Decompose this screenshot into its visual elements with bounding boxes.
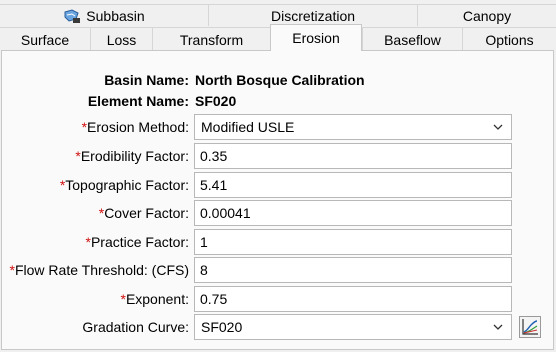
erosion-method-label: *Erosion Method:	[81, 119, 189, 135]
tab-erosion[interactable]: Erosion	[270, 24, 362, 51]
practice-label: *Practice Factor:	[85, 234, 189, 250]
exponent-value: 0.75	[200, 291, 228, 307]
element-name-value: SF020	[195, 93, 237, 109]
topographic-input[interactable]: 5.41	[194, 172, 512, 198]
subbasin-icon	[64, 8, 81, 23]
cover-row: *Cover Factor: 0.00041	[0, 200, 556, 226]
tab-canopy-label: Canopy	[462, 7, 512, 24]
cover-label: *Cover Factor:	[98, 205, 189, 221]
tab-surface[interactable]: Surface	[0, 27, 90, 51]
plot-curve-icon	[522, 319, 538, 335]
basin-name-label: Basin Name:	[104, 72, 189, 88]
tab-baseflow-label: Baseflow	[384, 31, 441, 48]
tab-transform-label: Transform	[179, 31, 244, 48]
tab-row-top: Subbasin Discretization Canopy	[0, 4, 556, 26]
tab-loss[interactable]: Loss	[90, 27, 152, 51]
tab-row-bottom: Surface Loss Transform Erosion Baseflow …	[0, 24, 556, 51]
tab-canopy[interactable]: Canopy	[417, 4, 556, 26]
tab-subbasin[interactable]: Subbasin	[0, 4, 208, 26]
topographic-row: *Topographic Factor: 5.41	[0, 172, 556, 198]
exponent-input[interactable]: 0.75	[194, 286, 512, 312]
erodibility-input[interactable]: 0.35	[194, 143, 512, 169]
plot-curve-button[interactable]	[519, 316, 541, 338]
element-name-label: Element Name:	[87, 93, 189, 109]
gradation-row: Gradation Curve: SF020	[0, 314, 556, 340]
tab-options-label: Options	[485, 31, 534, 48]
chevron-down-icon	[493, 324, 503, 330]
basin-name-value: North Bosque Calibration	[195, 72, 365, 88]
gradation-select[interactable]: SF020	[194, 314, 512, 340]
practice-input[interactable]: 1	[194, 229, 512, 255]
tab-surface-label: Surface	[20, 31, 70, 48]
tab-discretization-label: Discretization	[270, 7, 356, 24]
tab-subbasin-label: Subbasin	[86, 7, 145, 24]
topographic-label: *Topographic Factor:	[59, 177, 189, 193]
erodibility-label: *Erodibility Factor:	[75, 148, 189, 164]
erosion-method-select[interactable]: Modified USLE	[194, 114, 512, 140]
erodibility-value: 0.35	[200, 148, 228, 164]
topographic-value: 5.41	[200, 177, 228, 193]
chevron-down-icon	[493, 124, 503, 130]
erosion-method-value: Modified USLE	[201, 119, 295, 135]
flow-threshold-value: 8	[200, 262, 208, 278]
practice-row: *Practice Factor: 1	[0, 229, 556, 255]
cover-input[interactable]: 0.00041	[194, 200, 512, 226]
element-name-row: Element Name: SF020	[0, 88, 556, 114]
flow-threshold-input[interactable]: 8	[194, 257, 512, 283]
practice-value: 1	[200, 234, 208, 250]
erosion-method-row: *Erosion Method: Modified USLE	[0, 114, 556, 140]
erodibility-row: *Erodibility Factor: 0.35	[0, 143, 556, 169]
tab-erosion-label: Erosion	[292, 30, 340, 46]
tab-transform[interactable]: Transform	[152, 27, 270, 51]
exponent-label: *Exponent:	[120, 291, 189, 307]
cover-value: 0.00041	[200, 205, 251, 221]
tab-baseflow[interactable]: Baseflow	[362, 27, 462, 51]
flow-threshold-row: *Flow Rate Threshold: (CFS) 8	[0, 257, 556, 283]
gradation-value: SF020	[201, 319, 243, 335]
gradation-label: Gradation Curve:	[82, 319, 189, 335]
exponent-row: *Exponent: 0.75	[0, 286, 556, 312]
tab-options[interactable]: Options	[462, 27, 556, 51]
tab-loss-label: Loss	[106, 31, 137, 48]
flow-threshold-label: *Flow Rate Threshold: (CFS)	[9, 262, 189, 278]
tab-discretization[interactable]: Discretization	[208, 4, 417, 26]
